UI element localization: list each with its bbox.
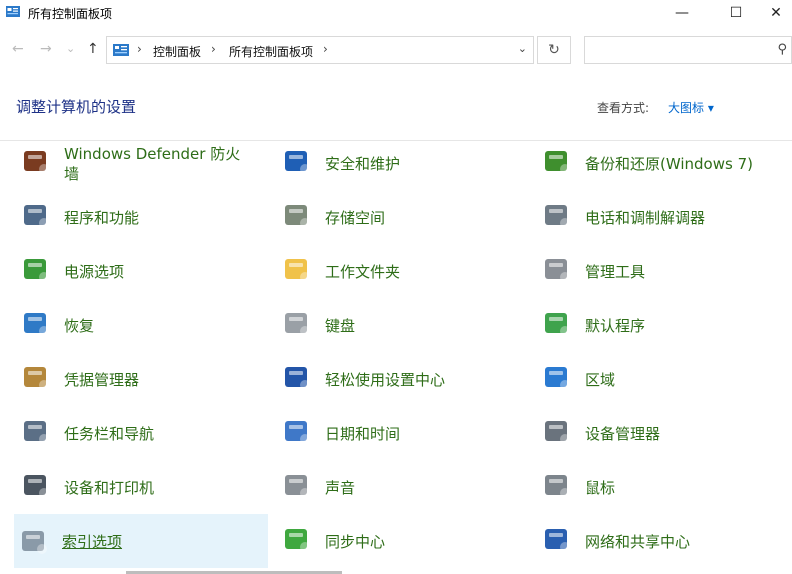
address-history-dropdown-icon[interactable]: ⌄ <box>518 42 527 55</box>
close-button[interactable]: ✕ <box>760 0 792 28</box>
control-panel-item[interactable]: 备份和还原(Windows 7) <box>537 138 789 188</box>
view-by-label: 查看方式: <box>597 101 650 115</box>
control-panel-item[interactable]: 电话和调制解调器 <box>537 192 789 242</box>
network-icon <box>541 523 573 555</box>
item-label: 备份和还原(Windows 7) <box>585 155 753 173</box>
item-label: 工作文件夹 <box>325 263 401 281</box>
control-panel-item[interactable]: Windows Defender 防火墙 <box>16 138 268 188</box>
control-panel-item[interactable]: 日期和时间 <box>277 408 529 458</box>
keyboard-icon <box>281 307 313 339</box>
item-label: 区域 <box>585 371 616 389</box>
control-panel-item[interactable]: 索引选项 <box>14 514 268 568</box>
backup-icon <box>541 145 573 177</box>
view-by-dropdown[interactable]: 大图标 ▾ <box>668 99 714 116</box>
firewall-icon <box>20 145 52 177</box>
programs-icon <box>20 199 52 231</box>
control-panel-icon <box>6 6 20 17</box>
search-box[interactable]: ⚲ <box>584 36 792 64</box>
control-panel-item[interactable]: 工作文件夹 <box>277 246 529 296</box>
item-label: 凭据管理器 <box>64 371 140 389</box>
item-label: 设备和打印机 <box>64 479 155 497</box>
folder-icon <box>281 253 313 285</box>
indexing-icon <box>18 525 50 557</box>
control-panel-item[interactable]: 声音 <box>277 462 529 512</box>
breadcrumb-separator-icon[interactable]: › <box>323 42 328 56</box>
control-panel-item[interactable]: 程序和功能 <box>16 192 268 242</box>
forward-arrow-icon[interactable]: → <box>40 41 52 57</box>
mouse-icon <box>541 469 573 501</box>
storage-icon <box>281 199 313 231</box>
item-label: 安全和维护 <box>325 155 401 173</box>
item-label: 声音 <box>325 479 356 497</box>
printer-icon <box>20 469 52 501</box>
address-row: ← → ⌄ ↑ › 控制面板 › 所有控制面板项 › ⌄ ↻ ⚲ <box>0 33 792 69</box>
breadcrumb-all-items[interactable]: 所有控制面板项 <box>229 43 313 60</box>
item-label: 管理工具 <box>585 263 646 281</box>
back-arrow-icon[interactable]: ← <box>12 41 24 57</box>
item-label: 电源选项 <box>64 263 125 281</box>
control-panel-item[interactable]: 任务栏和导航 <box>16 408 268 458</box>
control-panel-item[interactable]: 恢复 <box>16 300 268 350</box>
title-bar: 所有控制面板项 — ☐ ✕ <box>0 0 792 28</box>
control-panel-item[interactable]: 存储空间 <box>277 192 529 242</box>
item-label: 程序和功能 <box>64 209 140 227</box>
refresh-button[interactable]: ↻ <box>537 36 571 64</box>
item-label: 恢复 <box>64 317 95 335</box>
item-label: 电话和调制解调器 <box>585 209 706 227</box>
control-panel-item[interactable]: 安全和维护 <box>277 138 529 188</box>
item-label: 索引选项 <box>62 533 123 551</box>
item-label: 轻松使用设置中心 <box>325 371 446 389</box>
maximize-button[interactable]: ☐ <box>714 0 758 28</box>
control-panel-item[interactable]: 设备管理器 <box>537 408 789 458</box>
control-panel-item[interactable]: 鼠标 <box>537 462 789 512</box>
item-label: 默认程序 <box>585 317 646 335</box>
item-label: 任务栏和导航 <box>64 425 155 443</box>
minimize-button[interactable]: — <box>660 0 704 28</box>
search-input[interactable] <box>585 37 777 63</box>
recent-locations-icon[interactable]: ⌄ <box>66 42 75 55</box>
item-label: 设备管理器 <box>585 425 661 443</box>
item-label: 键盘 <box>325 317 356 335</box>
item-label: 网络和共享中心 <box>585 533 691 551</box>
tools-icon <box>541 253 573 285</box>
recovery-icon <box>20 307 52 339</box>
control-panel-item[interactable]: 管理工具 <box>537 246 789 296</box>
window-title: 所有控制面板项 <box>28 7 113 21</box>
control-panel-icon <box>113 44 129 56</box>
speaker-icon <box>281 469 313 501</box>
control-panel-item[interactable]: 区域 <box>537 354 789 404</box>
phone-icon <box>541 199 573 231</box>
region-icon <box>541 361 573 393</box>
control-panel-item[interactable]: 网络和共享中心 <box>537 516 789 566</box>
control-panel-item[interactable]: 键盘 <box>277 300 529 350</box>
item-label: Windows Defender 防火墙 <box>64 145 241 183</box>
breadcrumb-control-panel[interactable]: 控制面板 <box>153 43 201 60</box>
up-arrow-icon[interactable]: ↑ <box>87 41 99 57</box>
sync-icon <box>281 523 313 555</box>
item-label: 日期和时间 <box>325 425 401 443</box>
breadcrumb-separator-icon[interactable]: › <box>211 42 216 56</box>
flag-icon <box>281 145 313 177</box>
breadcrumb-separator-icon[interactable]: › <box>137 42 142 56</box>
search-icon[interactable]: ⚲ <box>777 42 787 57</box>
address-bar[interactable]: › 控制面板 › 所有控制面板项 › ⌄ <box>106 36 534 64</box>
taskbar-icon <box>20 415 52 447</box>
item-label: 同步中心 <box>325 533 386 551</box>
page-title: 调整计算机的设置 <box>16 98 137 116</box>
default-programs-icon <box>541 307 573 339</box>
power-icon <box>20 253 52 285</box>
control-panel-item[interactable]: 同步中心 <box>277 516 529 566</box>
control-panel-item[interactable]: 设备和打印机 <box>16 462 268 512</box>
control-panel-item[interactable]: 电源选项 <box>16 246 268 296</box>
item-label: 鼠标 <box>585 479 616 497</box>
device-manager-icon <box>541 415 573 447</box>
control-panel-item[interactable]: 默认程序 <box>537 300 789 350</box>
item-label: 存储空间 <box>325 209 386 227</box>
control-panel-item[interactable]: 凭据管理器 <box>16 354 268 404</box>
accessibility-icon <box>281 361 313 393</box>
credential-icon <box>20 361 52 393</box>
datetime-icon <box>281 415 313 447</box>
control-panel-item[interactable]: 轻松使用设置中心 <box>277 354 529 404</box>
